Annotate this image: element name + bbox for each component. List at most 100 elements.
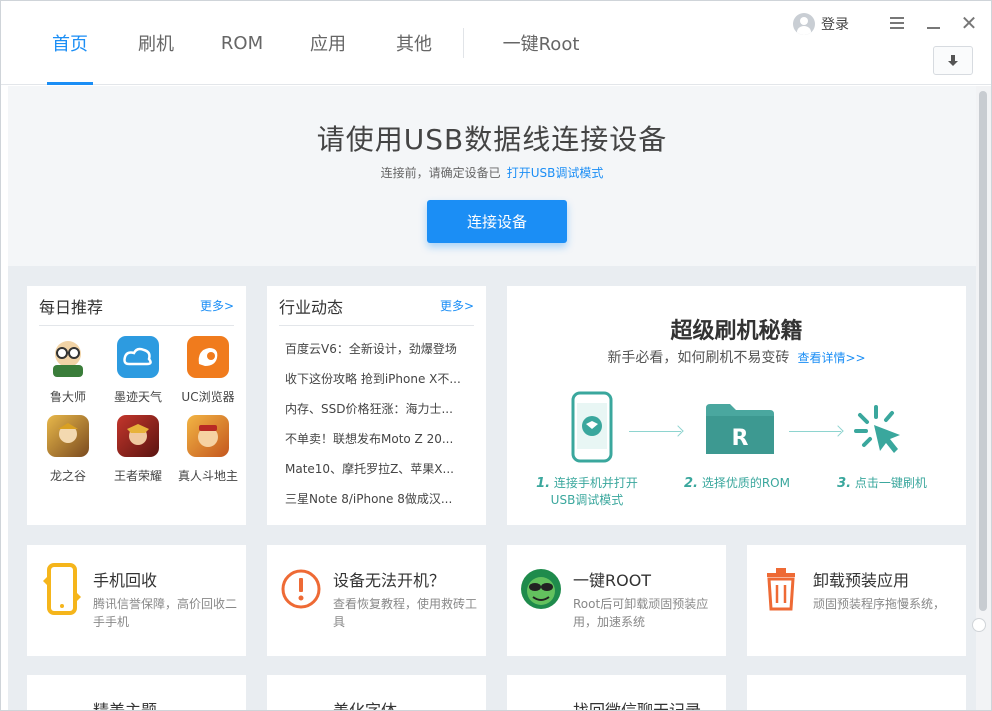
app-label: 墨迹天气 bbox=[113, 390, 162, 404]
step-3-num: 3. bbox=[837, 476, 852, 491]
app-label: 王者荣耀 bbox=[113, 469, 162, 483]
step-arrow bbox=[789, 431, 841, 432]
one-click-root-card[interactable]: 一键ROOT Root后可卸载顽固预装应用，加速系统 bbox=[507, 545, 726, 656]
connect-hero: 请使用USB数据线连接设备 连接前，请确定设备已 打开USB调试模式 连接设备 bbox=[8, 86, 976, 266]
daily-more-link[interactable]: 更多> bbox=[200, 297, 234, 314]
step-2-num: 2. bbox=[684, 476, 698, 491]
news-item[interactable]: 百度云V6：全新设计，劲爆登场 bbox=[285, 334, 474, 364]
feature-desc: 顽固预装程序拖慢系统， bbox=[813, 597, 946, 611]
step-1-text: 连接手机并打开 bbox=[553, 476, 638, 490]
bottom-title: 找回微信聊天记录 bbox=[573, 701, 702, 711]
boot-fail-card[interactable]: 设备无法开机？ 查看恢复教程，使用救砖工具 bbox=[267, 545, 486, 656]
content-area: 每日推荐 更多> 鲁大师 墨迹天气 UC浏览器 龙之谷 王者荣耀 真人斗地主 行… bbox=[8, 266, 976, 711]
doudizhu-icon bbox=[187, 415, 229, 457]
app-label: 龙之谷 bbox=[49, 469, 86, 483]
news-item[interactable]: Mate10、摩托罗拉Z、苹果X... bbox=[285, 454, 474, 484]
app-label: 真人斗地主 bbox=[177, 469, 238, 483]
guide-subtitle: 新手必看，如何刷机不易变砖 查看详情>> bbox=[507, 347, 966, 367]
avatar-icon bbox=[793, 13, 815, 35]
bottom-title: 精美主题 bbox=[93, 701, 158, 711]
uninstall-preinstalled-card[interactable]: 卸载预装应用 顽固预装程序拖慢系统， bbox=[747, 545, 966, 656]
step-3-label: 3. 点击一键刷机 bbox=[827, 475, 937, 492]
news-item[interactable]: 不单卖！联想发布Moto Z 20... bbox=[285, 424, 474, 454]
usb-debug-link[interactable]: 打开USB调试模式 bbox=[507, 166, 604, 180]
hero-subtitle-text: 连接前，请确定设备已 bbox=[380, 166, 501, 180]
bottom-title: 美化字体 bbox=[333, 701, 398, 711]
daily-recommend-card: 每日推荐 更多> 鲁大师 墨迹天气 UC浏览器 龙之谷 王者荣耀 真人斗地主 bbox=[27, 286, 246, 525]
font-card[interactable]: 美化字体 bbox=[267, 675, 486, 711]
dragon-nest-icon bbox=[47, 415, 89, 457]
feature-title: 一键ROOT bbox=[573, 571, 652, 590]
trash-icon bbox=[767, 568, 795, 611]
menu-icon[interactable] bbox=[887, 13, 907, 33]
feature-title: 设备无法开机？ bbox=[333, 571, 446, 590]
app-item[interactable]: 王者荣耀 bbox=[103, 415, 173, 484]
phone-recycle-card[interactable]: 手机回收 腾讯信誉保障，高价回收二手手机 bbox=[27, 545, 246, 656]
news-item[interactable]: 内存、SSD价格狂涨：海力士... bbox=[285, 394, 474, 424]
app-item[interactable]: 龙之谷 bbox=[33, 415, 103, 484]
minimize-icon[interactable] bbox=[923, 13, 943, 33]
app-item[interactable]: 鲁大师 bbox=[33, 336, 103, 405]
uc-browser-icon bbox=[187, 336, 229, 378]
feature-title: 手机回收 bbox=[93, 571, 158, 590]
step-arrow bbox=[629, 431, 681, 432]
moji-weather-icon bbox=[117, 336, 159, 378]
news-header: 行业动态 更多> bbox=[279, 286, 474, 326]
news-more-link[interactable]: 更多> bbox=[440, 297, 474, 314]
guide-title: 超级刷机秘籍 bbox=[670, 319, 803, 344]
main-nav: 首页 刷机 ROM 应用 其他 一键Root bbox=[27, 1, 596, 85]
app-grid: 鲁大师 墨迹天气 UC浏览器 龙之谷 王者荣耀 真人斗地主 bbox=[33, 336, 243, 484]
hero-subtitle: 连接前，请确定设备已 打开USB调试模式 bbox=[8, 164, 976, 181]
scroll-thumb[interactable] bbox=[979, 91, 987, 611]
root-mascot-icon bbox=[521, 569, 561, 609]
app-label: 鲁大师 bbox=[49, 390, 86, 404]
top-bar: 首页 刷机 ROM 应用 其他 一键Root 登录 ✕ bbox=[1, 1, 991, 85]
wechat-recovery-card[interactable]: 找回微信聊天记录 bbox=[507, 675, 726, 711]
bottom-card-4[interactable] bbox=[747, 675, 966, 710]
step-1-num: 1. bbox=[536, 476, 551, 491]
step-1-text2: USB调试模式 bbox=[550, 493, 624, 507]
ludashi-icon bbox=[47, 336, 89, 378]
daily-header: 每日推荐 更多> bbox=[39, 286, 234, 326]
scroll-handle[interactable] bbox=[972, 618, 986, 632]
feature-desc: Root后可卸载顽固预装应用，加速系统 bbox=[573, 597, 709, 629]
app-window: 首页 刷机 ROM 应用 其他 一键Root 登录 ✕ 请使用USB数据线连接设… bbox=[0, 0, 992, 711]
app-item[interactable]: 真人斗地主 bbox=[173, 415, 243, 484]
click-pointer-icon bbox=[854, 405, 900, 453]
app-label: UC浏览器 bbox=[181, 390, 235, 404]
warning-icon bbox=[281, 569, 321, 609]
step-2-text: 选择优质的ROM bbox=[701, 476, 790, 490]
tab-one-click-root[interactable]: 一键Root bbox=[486, 1, 596, 85]
industry-news-card: 行业动态 更多> 百度云V6：全新设计，劲爆登场 收下这份攻略 抢到iPhone… bbox=[267, 286, 486, 525]
tab-apps[interactable]: 应用 bbox=[285, 1, 371, 85]
daily-title: 每日推荐 bbox=[39, 297, 104, 317]
rom-folder-icon: R bbox=[706, 404, 774, 454]
guide-details-link[interactable]: 查看详情>> bbox=[797, 351, 865, 365]
app-item[interactable]: 墨迹天气 bbox=[103, 336, 173, 405]
rom-letter: R bbox=[732, 426, 749, 451]
step-2-label: 2. 选择优质的ROM bbox=[677, 475, 797, 492]
news-item[interactable]: 三星Note 8/iPhone 8做成汉... bbox=[285, 484, 474, 514]
step-1-label: 1. 连接手机并打开 USB调试模式 bbox=[527, 475, 647, 508]
feature-desc: 查看恢复教程，使用救砖工具 bbox=[333, 597, 478, 629]
theme-card[interactable]: 精美主题 bbox=[27, 675, 246, 711]
feature-desc: 腾讯信誉保障，高价回收二手手机 bbox=[93, 597, 238, 629]
app-item[interactable]: UC浏览器 bbox=[173, 336, 243, 405]
login-button[interactable]: 登录 bbox=[793, 13, 849, 35]
phone-icon bbox=[571, 391, 613, 463]
feature-title: 卸载预装应用 bbox=[813, 571, 910, 590]
news-item[interactable]: 收下这份攻略 抢到iPhone X不... bbox=[285, 364, 474, 394]
connect-device-button[interactable]: 连接设备 bbox=[427, 200, 567, 243]
hero-title: 请使用USB数据线连接设备 bbox=[316, 123, 668, 156]
close-icon[interactable]: ✕ bbox=[959, 11, 979, 35]
flash-guide-card: 超级刷机秘籍 新手必看，如何刷机不易变砖 查看详情>> R 1. 连接手机并打开… bbox=[507, 286, 966, 525]
guide-subtitle-text: 新手必看，如何刷机不易变砖 bbox=[607, 350, 790, 366]
news-title: 行业动态 bbox=[279, 297, 344, 317]
news-list: 百度云V6：全新设计，劲爆登场 收下这份攻略 抢到iPhone X不... 内存… bbox=[285, 334, 474, 514]
step-3-text: 点击一键刷机 bbox=[854, 476, 927, 490]
tab-home[interactable]: 首页 bbox=[27, 1, 113, 85]
tab-rom[interactable]: ROM bbox=[199, 1, 285, 85]
tab-other[interactable]: 其他 bbox=[371, 1, 457, 85]
download-button[interactable] bbox=[933, 46, 973, 75]
tab-flash[interactable]: 刷机 bbox=[113, 1, 199, 85]
